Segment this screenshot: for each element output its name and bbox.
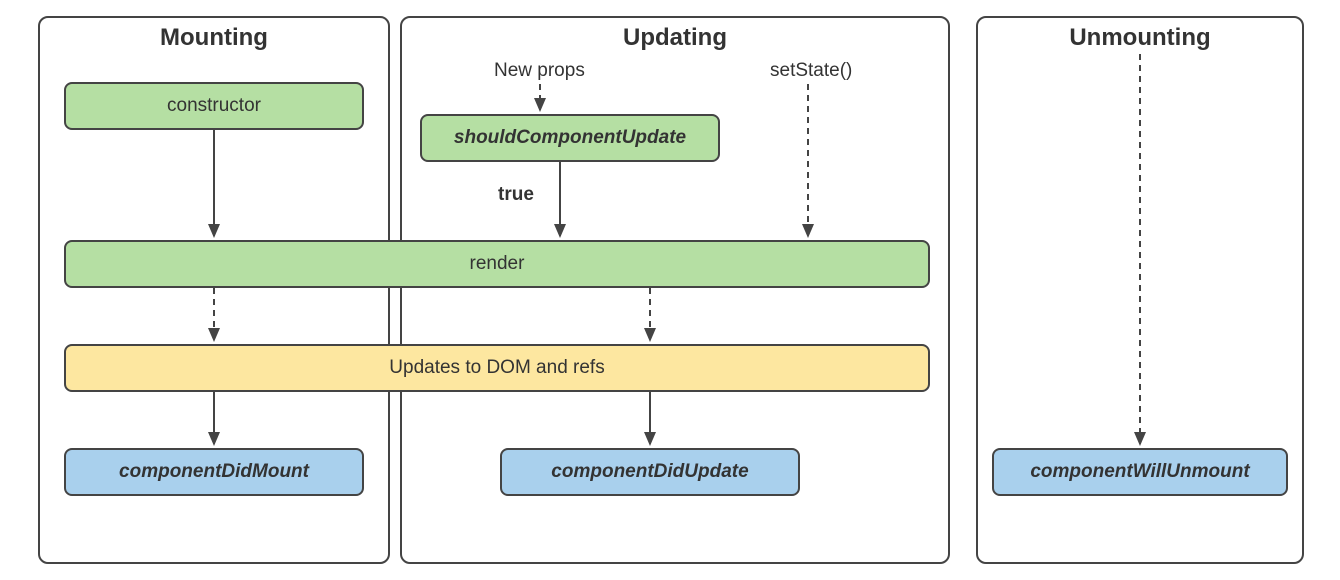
box-should-component-update-label: shouldComponentUpdate <box>454 127 686 149</box>
box-constructor-label: constructor <box>167 95 261 117</box>
box-render: render <box>64 240 930 288</box>
panel-title-unmounting: Unmounting <box>978 24 1302 52</box>
box-component-did-update: componentDidUpdate <box>500 448 800 496</box>
panel-title-updating: Updating <box>402 24 948 52</box>
label-new-props: New props <box>494 60 585 82</box>
box-component-did-mount-label: componentDidMount <box>119 461 309 483</box>
box-component-did-update-label: componentDidUpdate <box>551 461 748 483</box>
label-setstate: setState() <box>770 60 852 82</box>
box-constructor: constructor <box>64 82 364 130</box>
box-component-did-mount: componentDidMount <box>64 448 364 496</box>
box-updates-dom-label: Updates to DOM and refs <box>389 357 604 379</box>
panel-title-mounting: Mounting <box>40 24 388 52</box>
box-should-component-update: shouldComponentUpdate <box>420 114 720 162</box>
box-render-label: render <box>470 253 525 275</box>
box-component-will-unmount-label: componentWillUnmount <box>1030 461 1249 483</box>
label-true: true <box>498 184 534 206</box>
box-updates-dom: Updates to DOM and refs <box>64 344 930 392</box>
box-component-will-unmount: componentWillUnmount <box>992 448 1288 496</box>
